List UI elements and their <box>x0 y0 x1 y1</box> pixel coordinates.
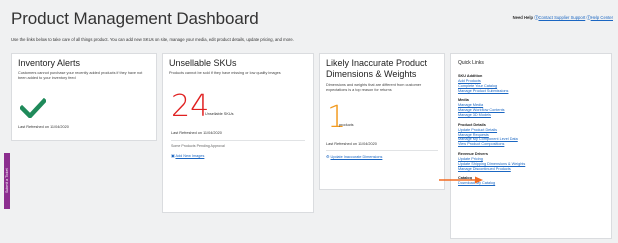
help-label: Need Help <box>512 15 534 20</box>
ql-heading: Revenue Drivers <box>458 151 488 156</box>
ql-link-discontinued[interactable]: Manage Discontinued Products <box>458 167 604 172</box>
ql-group-revenue-drivers: Revenue Drivers Update Pricing Update Sh… <box>458 152 604 171</box>
intro-text: Use the links below to take care of all … <box>11 37 294 42</box>
contact-support-link[interactable]: Contact Supplier Support <box>538 15 585 20</box>
ql-heading: Media <box>458 98 469 103</box>
submit-ticket-tab[interactable]: Submit a Ticket <box>4 153 10 209</box>
ql-heading: Product Details <box>458 122 486 127</box>
inaccurate-dims-card: Likely Inaccurate Product Dimensions & W… <box>319 53 445 190</box>
unsellable-skus-card: Unsellable SKUs Products cannot be sold … <box>162 53 314 213</box>
unsellable-skus-description: Products cannot be sold if they have mis… <box>169 71 281 75</box>
update-dims-link[interactable]: ⚙ Update Inaccurate Dimensions <box>326 154 382 159</box>
inaccurate-dims-title: Likely Inaccurate Product Dimensions & W… <box>326 58 428 79</box>
unsellable-count-label: Unsellable SKUs <box>205 112 234 116</box>
ql-group-media: Media Manage Media Manage Workflow Conte… <box>458 98 604 117</box>
ql-link-manage-submissions[interactable]: Manage Product Submissions <box>458 89 604 94</box>
ql-group-product-details: Product Details Update Product Details M… <box>458 123 604 147</box>
last-refreshed: Last Refreshed on 11/04/2020 <box>18 125 69 129</box>
quick-links-title: Quick Links <box>458 60 484 66</box>
unsellable-skus-title: Unsellable SKUs <box>169 58 237 68</box>
divider <box>171 140 305 141</box>
last-refreshed: Last Refreshed on 11/04/2020 <box>171 131 222 135</box>
inaccurate-count-label: products <box>339 123 354 127</box>
pending-note: Some Products Pending Approval <box>171 144 225 148</box>
help-bar: Need Help ⓘContact Supplier Support ⓘHel… <box>513 15 613 21</box>
quick-links-card: Quick Links SKU Addition Add Products Co… <box>450 53 612 239</box>
inaccurate-count: 1 <box>327 100 347 135</box>
page-title: Product Management Dashboard <box>11 9 259 28</box>
inventory-alerts-title: Inventory Alerts <box>18 58 81 68</box>
add-images-link[interactable]: ▣ Add New Images <box>171 153 204 158</box>
checkmark-icon <box>20 98 46 118</box>
gear-icon: ⚙ <box>326 155 330 159</box>
last-refreshed: Last Refreshed on 11/04/2020 <box>326 142 377 146</box>
inventory-alerts-card: Inventory Alerts Customers cannot purcha… <box>11 53 157 141</box>
ql-link-3d-models[interactable]: Manage 3D Models <box>458 113 604 118</box>
inaccurate-dims-description: Dimensions and weights that are differen… <box>326 83 422 92</box>
update-dims-label: Update Inaccurate Dimensions <box>330 155 383 159</box>
ql-group-sku-addition: SKU Addition Add Products Complete Your … <box>458 74 604 93</box>
unsellable-count: 24 <box>171 89 210 124</box>
ql-heading: SKU Addition <box>458 74 483 78</box>
add-images-label: Add New Images <box>175 154 205 158</box>
divider <box>326 150 438 151</box>
inventory-alerts-description: Customers cannot purchase your recently … <box>18 71 143 80</box>
help-center-link[interactable]: Help Center <box>591 15 613 20</box>
ql-link-compositions[interactable]: View Product Compositions <box>458 142 604 147</box>
arrow-right-icon <box>439 176 483 184</box>
